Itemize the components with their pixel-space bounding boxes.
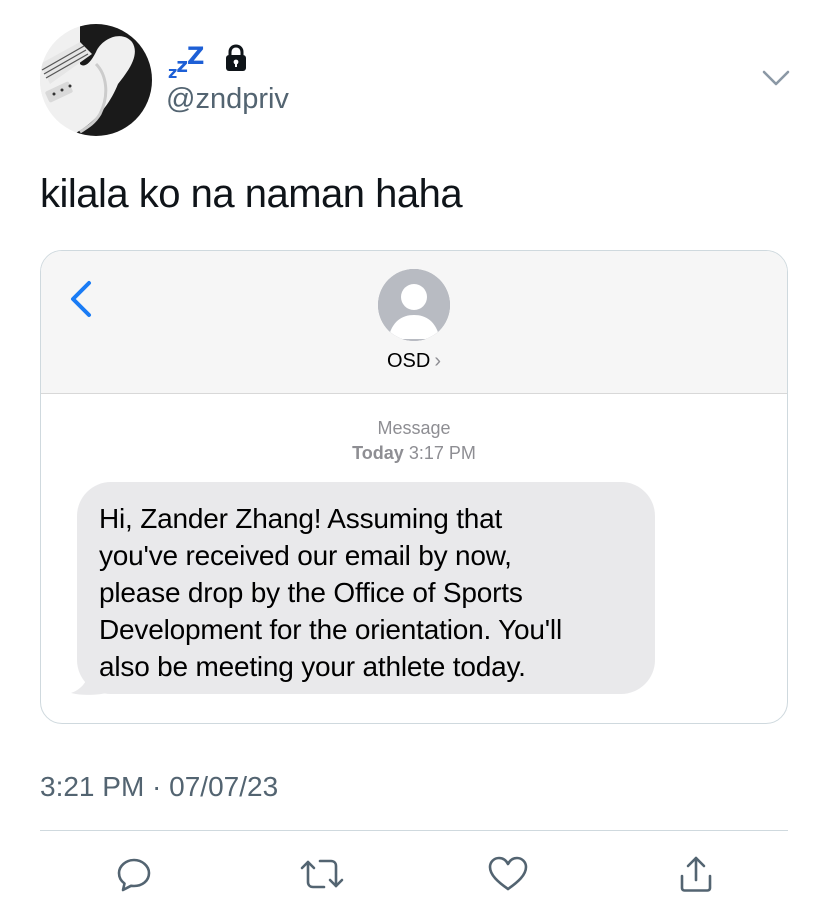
share-icon xyxy=(680,856,712,892)
contact-name-text: OSD xyxy=(386,350,431,372)
divider xyxy=(40,830,788,831)
retweet-icon xyxy=(300,859,344,889)
user-handle[interactable]: @zndpriv xyxy=(166,82,289,116)
tweet-text: kilala ko na naman haha xyxy=(40,172,463,216)
person-icon xyxy=(378,269,450,341)
display-name-glyph: z xyxy=(176,53,188,77)
contact-avatar xyxy=(378,269,450,341)
tweet-media-image[interactable]: OSD › Message Today 3:17 PM Hi, Zander Zh… xyxy=(40,250,788,724)
message-timestamp: Today 3:17 PM xyxy=(41,442,787,464)
chevron-left-icon xyxy=(67,277,97,321)
heart-icon xyxy=(488,856,528,891)
like-button[interactable] xyxy=(484,850,532,898)
display-name-glyph: Z xyxy=(186,42,204,70)
sms-header: OSD › xyxy=(41,251,787,394)
chevron-down-icon[interactable] xyxy=(760,64,792,92)
message-bubble: Hi, Zander Zhang! Assuming that you've r… xyxy=(77,482,655,694)
reply-button[interactable] xyxy=(110,850,158,898)
message-label: Message xyxy=(377,418,451,438)
tweet-timestamp[interactable]: 3:21 PM · 07/07/23 xyxy=(40,770,278,804)
message-time: 3:17 PM xyxy=(408,443,476,463)
share-button[interactable] xyxy=(672,850,720,898)
lock-icon xyxy=(220,42,252,74)
guitar-avatar-image xyxy=(40,24,152,136)
message-day: Today xyxy=(352,443,404,463)
message-text: Hi, Zander Zhang! Assuming that you've r… xyxy=(99,503,562,682)
reply-icon xyxy=(117,858,151,892)
contact-name: OSD › xyxy=(41,349,787,373)
retweet-button[interactable] xyxy=(298,850,346,898)
avatar[interactable] xyxy=(40,24,152,136)
contact-chevron-icon: › xyxy=(434,350,441,372)
